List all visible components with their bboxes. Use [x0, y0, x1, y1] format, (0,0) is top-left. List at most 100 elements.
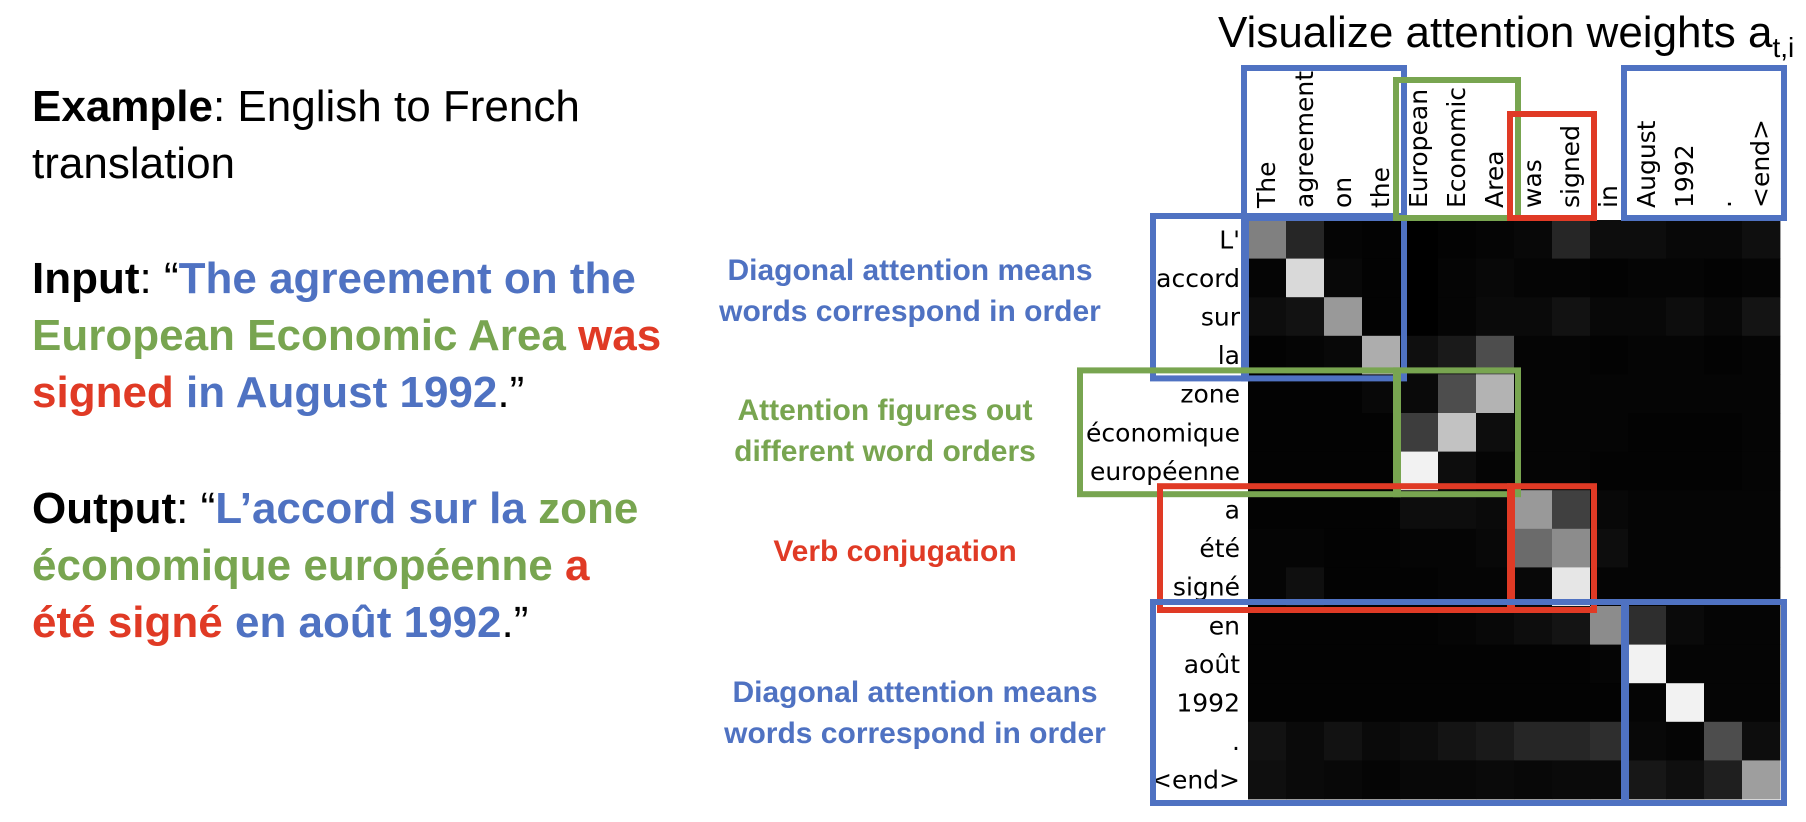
column-label: . [1708, 200, 1737, 208]
heatmap-cell [1438, 297, 1477, 337]
heatmap-cell [1628, 258, 1667, 298]
column-label: the [1366, 167, 1395, 208]
row-label: août [1184, 650, 1240, 679]
heatmap-cell [1362, 644, 1401, 684]
heatmap-cell [1476, 374, 1515, 414]
heatmap-cell [1666, 606, 1705, 645]
heatmap-cell [1248, 683, 1287, 723]
heatmap-cell [1704, 606, 1743, 645]
heatmap-cell [1514, 297, 1553, 337]
heatmap-cell [1248, 297, 1287, 337]
heatmap-cell [1476, 258, 1515, 298]
heatmap-cell [1324, 644, 1363, 684]
heatmap-cell [1400, 528, 1439, 568]
heatmap-cell [1514, 721, 1553, 761]
row-label: zone [1180, 380, 1240, 409]
column-label: agreement [1290, 71, 1319, 208]
heatmap-cell [1552, 297, 1591, 337]
heatmap-cell [1666, 760, 1705, 800]
heatmap-cell [1248, 258, 1287, 298]
row-label: <end> [1151, 766, 1240, 795]
heatmap-cell [1476, 721, 1515, 761]
heatmap-cell [1400, 644, 1439, 684]
heatmap-cell [1552, 374, 1591, 414]
heatmap-cell [1742, 220, 1781, 259]
heatmap-cell [1438, 374, 1477, 414]
heatmap-cell [1742, 490, 1781, 530]
heatmap-cell [1704, 258, 1743, 298]
heatmap-cell [1552, 760, 1591, 800]
heatmap-cell [1438, 413, 1477, 452]
heatmap-cell [1552, 683, 1591, 723]
heatmap-cell [1324, 683, 1363, 723]
heatmap-cell [1704, 374, 1743, 414]
heatmap-cell [1400, 721, 1439, 761]
attention-heatmap: The agreement on the European Economic Area was… [1077, 65, 1787, 806]
heatmap-cell [1590, 297, 1629, 337]
heatmap-cell [1628, 683, 1667, 723]
heatmap-cell [1438, 760, 1477, 800]
heatmap-cell [1742, 606, 1781, 645]
heatmap-cell [1514, 220, 1553, 259]
heatmap-cell [1628, 374, 1667, 414]
heatmap-cell [1742, 721, 1781, 761]
heatmap-cell [1438, 721, 1477, 761]
heatmap-cell [1552, 721, 1591, 761]
column-label: was [1518, 159, 1547, 208]
heatmap-cell [1438, 528, 1477, 568]
column-label: Economic [1442, 87, 1471, 208]
heatmap-cell [1666, 683, 1705, 723]
heatmap-cell [1628, 335, 1667, 375]
heatmap-cell [1590, 335, 1629, 375]
heatmap-cell [1628, 760, 1667, 800]
heatmap-cell [1476, 644, 1515, 684]
heatmap-cell [1362, 220, 1401, 259]
heatmap-cell [1742, 374, 1781, 414]
heatmap-cell [1590, 258, 1629, 298]
heatmap-cell [1552, 335, 1591, 375]
heatmap-cell [1666, 721, 1705, 761]
heatmap-cell [1362, 683, 1401, 723]
heatmap-cell [1248, 413, 1287, 452]
heatmap-cell [1324, 220, 1363, 259]
column-label: August [1632, 120, 1661, 208]
heatmap-cell [1438, 220, 1477, 259]
heatmap-cell [1248, 528, 1287, 568]
row-label: économique [1086, 418, 1240, 447]
heatmap-cell [1514, 683, 1553, 723]
slide: Example: English to French translation I… [0, 0, 1806, 822]
column-label: on [1328, 177, 1357, 208]
heatmap-cell [1362, 760, 1401, 800]
heatmap-cell [1438, 683, 1477, 723]
heatmap-cell [1742, 297, 1781, 337]
heatmap-cell [1286, 528, 1325, 568]
heatmap-cell [1666, 297, 1705, 337]
heatmap-cell [1628, 413, 1667, 452]
heatmap-cell [1476, 760, 1515, 800]
heatmap-cell [1704, 644, 1743, 684]
heatmap-cell [1628, 528, 1667, 568]
heatmap-cell [1704, 760, 1743, 800]
heatmap-cell [1514, 760, 1553, 800]
heatmap-cell [1742, 413, 1781, 452]
heatmap-cell [1286, 644, 1325, 684]
heatmap-cell [1742, 644, 1781, 684]
heatmap-cell [1666, 374, 1705, 414]
heatmap-cell [1742, 683, 1781, 723]
row-label: accord [1156, 264, 1240, 293]
heatmap-cell [1552, 644, 1591, 684]
column-label: European [1404, 89, 1433, 208]
heatmap-cell [1248, 721, 1287, 761]
heatmap-cell [1742, 451, 1781, 491]
row-label: . [1232, 727, 1240, 756]
heatmap-cell [1666, 528, 1705, 568]
row-label: signé [1173, 573, 1240, 602]
heatmap-cell [1704, 721, 1743, 761]
heatmap-cell [1742, 528, 1781, 568]
heatmap-cell [1362, 721, 1401, 761]
row-label: 1992 [1176, 689, 1240, 718]
heatmap-cell [1666, 258, 1705, 298]
heatmap-cell [1286, 683, 1325, 723]
heatmap-cell [1704, 220, 1743, 259]
row-label: européenne [1090, 457, 1240, 486]
